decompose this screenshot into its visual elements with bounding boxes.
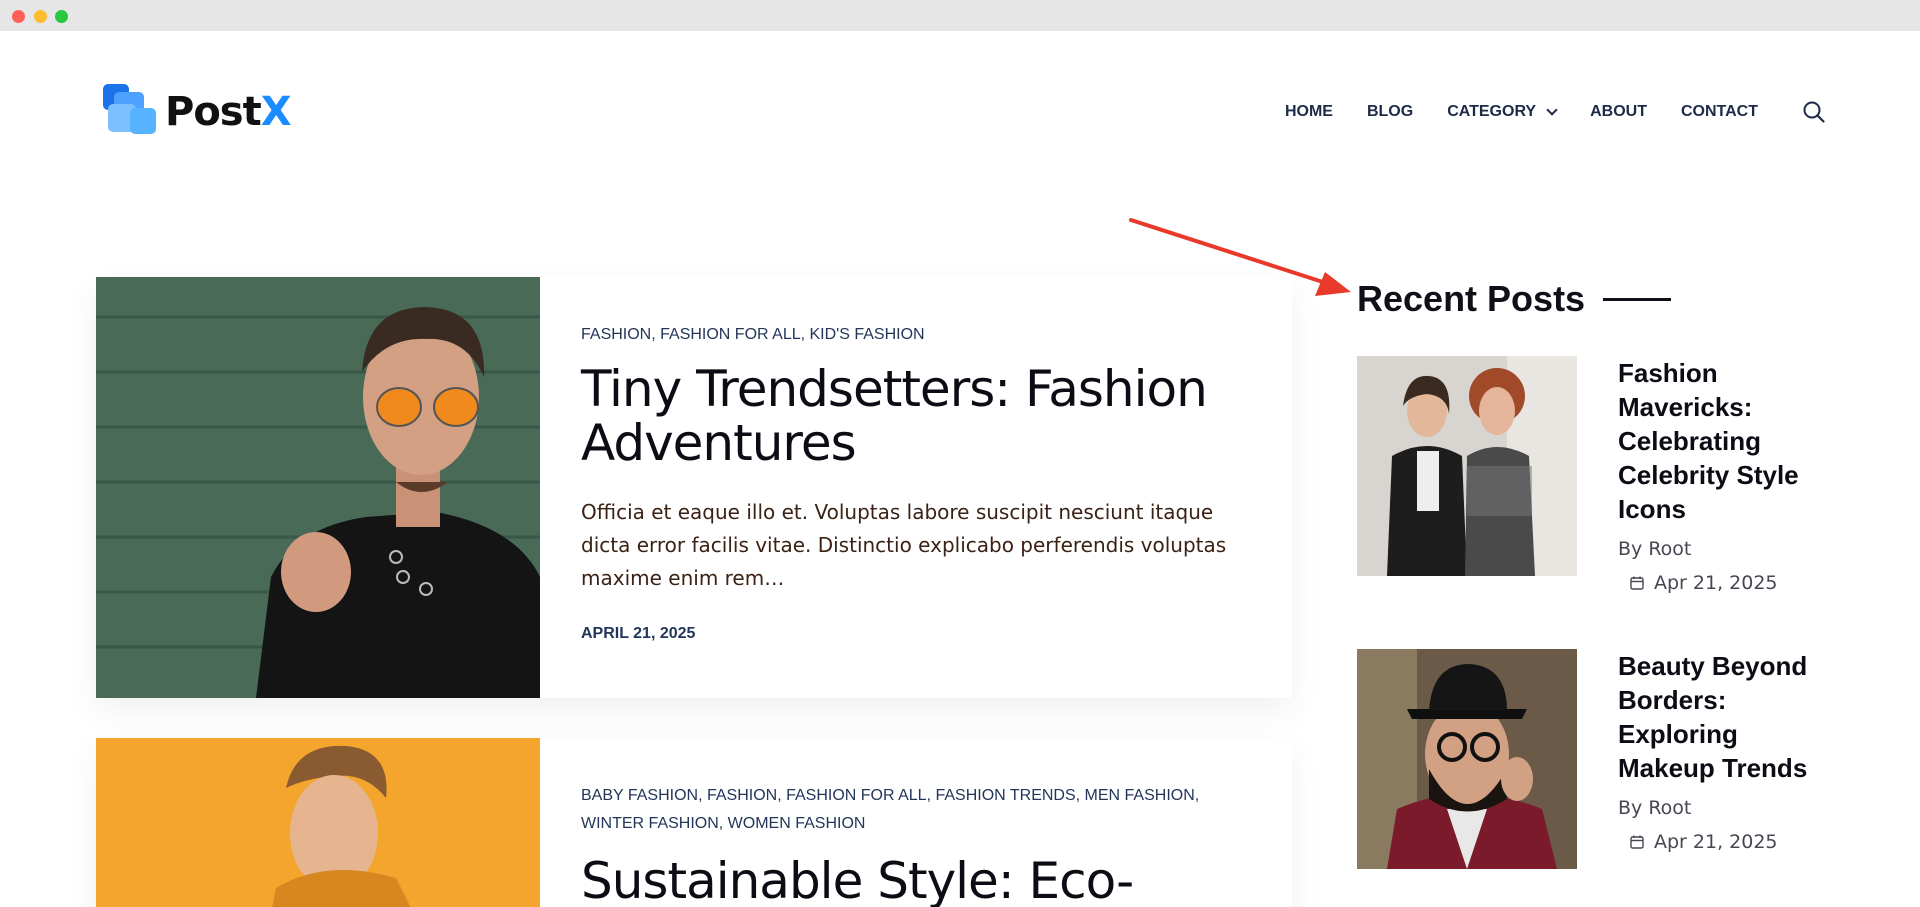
recent-post-thumbnail[interactable]: [1357, 356, 1577, 576]
post-excerpt: Officia et eaque illo et. Voluptas labor…: [581, 500, 1227, 590]
post-content: FASHION, FASHION FOR ALL, KID'S FASHION …: [581, 321, 1242, 643]
search-icon[interactable]: [1803, 101, 1825, 123]
recent-post-author[interactable]: By Root: [1618, 538, 1838, 560]
main-nav: HOME BLOG CATEGORY ABOUT CONTACT: [1285, 103, 1758, 121]
post-categories[interactable]: BABY FASHION, FASHION, FASHION FOR ALL, …: [581, 782, 1242, 838]
calendar-icon: [1630, 835, 1644, 849]
window-maximize-button[interactable]: [55, 10, 68, 23]
nav-item-contact[interactable]: CONTACT: [1681, 103, 1758, 121]
recent-post-date: Apr 21, 2025: [1630, 831, 1838, 853]
recent-post-author[interactable]: By Root: [1618, 797, 1838, 819]
post-card: BABY FASHION, FASHION, FASHION FOR ALL, …: [96, 738, 1292, 907]
post-title[interactable]: Sustainable Style: Eco-: [581, 854, 1242, 907]
post-card: FASHION, FASHION FOR ALL, KID'S FASHION …: [96, 277, 1292, 698]
recent-posts-heading: Recent Posts: [1357, 278, 1672, 320]
chevron-down-icon: [1546, 103, 1558, 116]
window-minimize-button[interactable]: [34, 10, 47, 23]
nav-item-home[interactable]: HOME: [1285, 103, 1333, 121]
logo-mark-icon: [103, 84, 159, 140]
recent-post-title[interactable]: Fashion Mavericks: Celebrating Celebrity…: [1618, 356, 1838, 526]
recent-post-date: Apr 21, 2025: [1630, 572, 1838, 594]
browser-titlebar: [0, 0, 1920, 31]
logo-text: PostX: [165, 89, 292, 135]
nav-item-blog[interactable]: BLOG: [1367, 103, 1413, 121]
post-date: APRIL 21, 2025: [581, 625, 696, 642]
heading-divider: [1603, 297, 1672, 301]
post-categories[interactable]: FASHION, FASHION FOR ALL, KID'S FASHION: [581, 321, 1242, 349]
post-thumbnail[interactable]: [96, 277, 540, 698]
site-logo[interactable]: PostX: [103, 84, 292, 140]
window-close-button[interactable]: [12, 10, 25, 23]
recent-post-info: Fashion Mavericks: Celebrating Celebrity…: [1618, 356, 1838, 594]
nav-item-category[interactable]: CATEGORY: [1447, 103, 1558, 121]
post-content: BABY FASHION, FASHION, FASHION FOR ALL, …: [581, 782, 1242, 907]
page: PostX HOME BLOG CATEGORY ABOUT CONTACT F…: [0, 31, 1920, 907]
calendar-icon: [1630, 576, 1644, 590]
post-thumbnail[interactable]: [96, 738, 540, 907]
recent-post-title[interactable]: Beauty Beyond Borders: Exploring Makeup …: [1618, 649, 1838, 785]
nav-item-about[interactable]: ABOUT: [1590, 103, 1647, 121]
post-title[interactable]: Tiny Trendsetters: Fashion Adventures: [581, 362, 1242, 470]
recent-post-thumbnail[interactable]: [1357, 649, 1577, 869]
recent-post-info: Beauty Beyond Borders: Exploring Makeup …: [1618, 649, 1838, 853]
